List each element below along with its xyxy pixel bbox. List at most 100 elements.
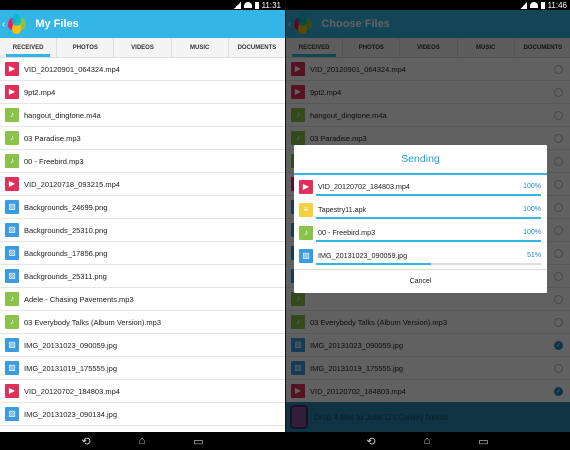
transfer-percent: 100% bbox=[523, 229, 541, 236]
checkbox-icon[interactable] bbox=[554, 363, 563, 373]
list-item[interactable]: ▨ IMG_20131019_175555.jpg bbox=[0, 357, 285, 380]
app-logo-icon[interactable] bbox=[7, 14, 27, 34]
drop-target-text: Drop 4 files to John D's Galaxy Nexus bbox=[314, 412, 449, 422]
image-icon: ▨ bbox=[5, 407, 19, 421]
list-item[interactable]: ▶ VID_20120901_064324.mp4 bbox=[0, 58, 285, 81]
music-note-icon: ♪ bbox=[5, 154, 19, 168]
tab-received[interactable]: RECEIVED bbox=[286, 38, 344, 57]
transfer-file-name: IMG_20131023_090059.jpg bbox=[318, 251, 408, 260]
list-item[interactable]: ▨ IMG_20131019_175555.jpg bbox=[286, 357, 570, 380]
list-item[interactable]: ♪ 03 Everybody Talks (Album Version).mp3 bbox=[286, 311, 570, 334]
clock: 11:46 bbox=[547, 0, 567, 10]
back-caret-icon[interactable]: ‹ bbox=[2, 19, 5, 30]
checkbox-icon[interactable] bbox=[554, 87, 563, 97]
list-item[interactable]: ♪ 00 - Freebird.mp3 bbox=[0, 150, 285, 173]
file-name: VID_20120901_064324.mp4 bbox=[24, 64, 120, 74]
choose-files-screen: 11:46 ‹ Choose Files RECEIVED PHOTOS VIDEO… bbox=[286, 0, 570, 432]
progress-fill bbox=[316, 217, 541, 219]
list-item[interactable]: ▶ VID_20120702_184803.mp4 bbox=[0, 380, 285, 403]
tab-received[interactable]: RECEIVED bbox=[0, 38, 58, 57]
recents-icon[interactable]: ▭ bbox=[193, 435, 203, 448]
sending-dialog: Sending ▶ VID_20120702_184803.mp4 100% ≡ Tap… bbox=[294, 145, 547, 293]
list-item[interactable]: ▶ VID_20120901_064324.mp4 bbox=[286, 58, 570, 81]
recents-icon[interactable]: ▭ bbox=[478, 435, 488, 448]
navigation-bar: ⟲ ⌂ ▭ ⟲ ⌂ ▭ bbox=[0, 432, 570, 450]
back-caret-icon[interactable]: ‹ bbox=[288, 19, 291, 30]
list-item[interactable]: ▶ VID_20120702_184803.mp4 ✓ bbox=[286, 380, 570, 403]
app-logo-icon[interactable] bbox=[293, 14, 313, 34]
checkbox-icon[interactable] bbox=[554, 248, 563, 258]
checkbox-icon[interactable] bbox=[554, 202, 563, 212]
list-item[interactable]: ▨ IMG_20131023_090059.jpg bbox=[0, 334, 285, 357]
checkbox-icon[interactable] bbox=[554, 110, 563, 120]
back-icon[interactable]: ⟲ bbox=[81, 435, 90, 448]
checkbox-icon[interactable] bbox=[554, 294, 563, 304]
signal-icon bbox=[519, 1, 527, 9]
music-note-icon: ♪ bbox=[291, 315, 305, 329]
list-item[interactable]: ▨ IMG_20131023_090059.jpg ✓ bbox=[286, 334, 570, 357]
transfer-item: ▨ IMG_20131023_090059.jpg 51% bbox=[294, 244, 547, 267]
checked-checkbox-icon[interactable]: ✓ bbox=[554, 340, 563, 350]
file-name: 9pt2.mp4 bbox=[24, 87, 56, 97]
transfer-percent: 100% bbox=[523, 206, 541, 213]
tab-documents[interactable]: DOCUMENTS bbox=[515, 38, 570, 57]
list-item[interactable]: ▶ 9pt2.mp4 bbox=[0, 81, 285, 104]
tab-photos[interactable]: PHOTOS bbox=[343, 38, 401, 57]
dialog-title: Sending bbox=[294, 145, 547, 175]
back-icon[interactable]: ⟲ bbox=[366, 435, 375, 448]
tab-videos[interactable]: VIDEOS bbox=[400, 38, 458, 57]
checkbox-icon[interactable] bbox=[554, 225, 563, 235]
list-item[interactable]: ♪ 03 Everybody Talks (Album Version).mp3 bbox=[0, 311, 285, 334]
list-item[interactable]: ▨ IMG_20131023_090134.jpg bbox=[0, 403, 285, 426]
tab-photos[interactable]: PHOTOS bbox=[57, 38, 115, 57]
transfer-list: ▶ VID_20120702_184803.mp4 100% ≡ Tapestry11.… bbox=[294, 175, 547, 267]
checkbox-icon[interactable] bbox=[554, 271, 563, 281]
tab-music[interactable]: MUSIC bbox=[458, 38, 515, 57]
file-name: hangout_dingtone.m4a bbox=[310, 110, 387, 120]
list-item[interactable]: ♪ Adele - Chasing Pavements.mp3 bbox=[0, 288, 285, 311]
music-note-icon: ♪ bbox=[299, 225, 313, 240]
list-item[interactable]: ▨ Backgrounds_25310.png bbox=[0, 219, 285, 242]
cancel-button[interactable]: Cancel bbox=[294, 269, 547, 293]
file-name: IMG_20131023_090059.jpg bbox=[24, 340, 117, 350]
transfer-item: ♪ 00 - Freebird.mp3 100% bbox=[294, 221, 547, 244]
checkbox-icon[interactable] bbox=[554, 156, 563, 166]
progress-fill bbox=[316, 194, 541, 196]
tab-bar: RECEIVED PHOTOS VIDEOS MUSIC DOCUMENTS bbox=[0, 38, 285, 58]
file-name: 03 Everybody Talks (Album Version).mp3 bbox=[310, 317, 448, 327]
list-item[interactable]: ▨ Backgrounds_17856.png bbox=[0, 242, 285, 265]
file-name: Adele - Chasing Pavements.mp3 bbox=[24, 294, 134, 304]
home-icon[interactable]: ⌂ bbox=[139, 435, 146, 447]
list-item[interactable]: ♪ 03 Paradise.mp3 bbox=[0, 127, 285, 150]
tab-documents[interactable]: DOCUMENTS bbox=[229, 38, 285, 57]
progress-fill bbox=[316, 240, 541, 242]
image-icon: ▨ bbox=[5, 246, 19, 260]
list-item[interactable]: ♪ hangout_dingtone.m4a bbox=[0, 104, 285, 127]
file-name: IMG_20131019_175555.jpg bbox=[310, 363, 403, 373]
drop-target-bar[interactable]: Drop 4 files to John D's Galaxy Nexus bbox=[286, 402, 570, 432]
checkbox-icon[interactable] bbox=[554, 64, 563, 74]
tab-music[interactable]: MUSIC bbox=[172, 38, 229, 57]
list-item[interactable]: ♪ hangout_dingtone.m4a bbox=[286, 104, 570, 127]
list-item[interactable]: ▶ VID_20120718_093215.mp4 bbox=[0, 173, 285, 196]
checked-checkbox-icon[interactable]: ✓ bbox=[554, 386, 563, 396]
clock: 11:31 bbox=[261, 0, 281, 10]
list-item[interactable]: ▨ Backgrounds_25311.png bbox=[0, 265, 285, 288]
list-item[interactable]: ▨ Backgrounds_24699.png bbox=[0, 196, 285, 219]
checkbox-icon[interactable] bbox=[554, 317, 563, 327]
home-icon[interactable]: ⌂ bbox=[424, 435, 431, 447]
phone-icon bbox=[290, 405, 308, 429]
music-note-icon: ♪ bbox=[291, 108, 305, 122]
music-note-icon: ♪ bbox=[291, 292, 305, 306]
play-icon: ▶ bbox=[299, 179, 313, 194]
file-name: hangout_dingtone.m4a bbox=[24, 110, 101, 120]
progress-bar bbox=[316, 217, 541, 219]
file-name: Backgrounds_24699.png bbox=[24, 202, 108, 212]
tab-bar: RECEIVED PHOTOS VIDEOS MUSIC DOCUMENTS bbox=[286, 38, 570, 58]
file-name: IMG_20131023_090134.jpg bbox=[24, 409, 117, 419]
checkbox-icon[interactable] bbox=[554, 179, 563, 189]
image-icon: ▨ bbox=[299, 248, 313, 263]
tab-videos[interactable]: VIDEOS bbox=[114, 38, 172, 57]
checkbox-icon[interactable] bbox=[554, 133, 563, 143]
list-item[interactable]: ▶ 9pt2.mp4 bbox=[286, 81, 570, 104]
